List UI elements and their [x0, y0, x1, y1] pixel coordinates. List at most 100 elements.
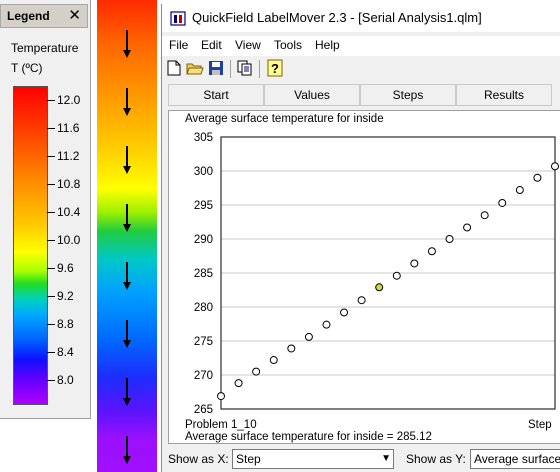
chart-point[interactable]	[287, 344, 296, 353]
chart-point[interactable]	[252, 367, 261, 376]
chart-y-tick-label: 285	[194, 268, 213, 280]
title-bar: QuickField LabelMover 2.3 - [Serial Anal…	[162, 4, 560, 32]
copy-icon[interactable]	[236, 59, 254, 77]
legend-color-bar	[13, 86, 48, 405]
chart-panel: Average surface temperature for inside 3…	[168, 110, 560, 444]
legend-tick-label: 10.0	[57, 233, 81, 247]
show-x-label: Show as X:	[168, 452, 229, 466]
chart-point[interactable]	[217, 392, 225, 401]
legend-tick-mark	[47, 212, 55, 213]
chart-point[interactable]	[427, 247, 436, 256]
tab-start[interactable]: Start	[168, 84, 264, 106]
legend-tick-label: 8.0	[57, 373, 74, 387]
menu-tools[interactable]: Tools	[274, 38, 302, 52]
field-arrow	[123, 378, 131, 406]
show-y-label: Show as Y:	[406, 452, 466, 466]
toolbar-separator	[259, 60, 260, 78]
chart-point[interactable]	[410, 259, 419, 268]
save-icon[interactable]	[207, 59, 225, 77]
toolbar-separator	[230, 60, 231, 78]
chart-point[interactable]	[304, 332, 313, 341]
legend-tick-label: 12.0	[57, 93, 81, 107]
chart-point[interactable]	[463, 223, 472, 232]
tab-results[interactable]: Results	[456, 84, 552, 106]
legend-tick-label: 10.4	[57, 205, 81, 219]
chart-y-tick-label: 305	[194, 132, 213, 144]
chart-svg: 305 300 295 290 285 280 275 270 265	[194, 132, 559, 416]
chart-point[interactable]	[322, 320, 331, 329]
legend-tick-mark	[47, 352, 55, 353]
legend-tick-label: 9.6	[57, 261, 74, 275]
chart-point[interactable]	[498, 198, 507, 207]
chart-y-tick-label: 265	[194, 404, 213, 416]
legend-tick-mark	[47, 268, 55, 269]
field-arrow	[123, 30, 131, 58]
legend-tick-label: 10.8	[57, 177, 81, 191]
chart-point[interactable]	[234, 379, 243, 388]
legend-tick-label: 8.8	[57, 317, 74, 331]
menu-file[interactable]: File	[169, 38, 188, 52]
chart-point[interactable]	[551, 162, 559, 171]
main-window: QuickField LabelMover 2.3 - [Serial Anal…	[161, 4, 560, 472]
field-arrow	[123, 262, 131, 290]
chevron-down-icon: ▼	[381, 453, 391, 464]
legend-tick-label: 8.4	[57, 345, 74, 359]
help-icon[interactable]: ?	[266, 59, 284, 77]
chart-point[interactable]	[357, 296, 366, 305]
legend-tick-mark	[47, 128, 55, 129]
menu-edit[interactable]: Edit	[201, 38, 222, 52]
tab-bar: Start Values Steps Results	[168, 84, 560, 108]
legend-unit: T (ºC)	[11, 61, 43, 75]
chart-point[interactable]	[445, 235, 454, 243]
app-icon	[170, 11, 186, 26]
chart-point[interactable]	[515, 186, 524, 195]
menu-bar: File Edit View Tools Help	[162, 36, 560, 56]
legend-tick-mark	[47, 380, 55, 381]
chart-x-label-right: Step	[528, 419, 552, 431]
chart-point-selected[interactable]	[375, 283, 384, 292]
legend-tick-mark	[47, 240, 55, 241]
chart-y-tick-label: 290	[194, 234, 213, 246]
tab-steps[interactable]: Steps	[360, 84, 456, 106]
show-y-select[interactable]: Average surface te	[470, 449, 560, 469]
legend-quantity: Temperature	[11, 41, 79, 55]
show-x-select[interactable]: Step ▼	[232, 449, 394, 469]
chart-point[interactable]	[269, 356, 278, 365]
close-icon[interactable]: ✕	[68, 6, 81, 24]
legend-title-bar: Legend ✕	[0, 4, 88, 28]
chart-point[interactable]	[340, 308, 349, 317]
menu-view[interactable]: View	[235, 38, 261, 52]
legend-panel: Legend ✕ Temperature T (ºC) 12.0 11.6 11.2…	[0, 0, 91, 419]
show-y-value: Average surface te	[474, 452, 560, 466]
chart-y-tick-label: 280	[194, 302, 213, 314]
field-arrow	[123, 146, 131, 174]
field-arrow	[123, 88, 131, 116]
new-file-icon[interactable]	[165, 59, 183, 77]
chart-point[interactable]	[533, 173, 542, 182]
legend-tick-label: 11.6	[57, 121, 80, 135]
legend-tick-label: 11.2	[57, 149, 80, 163]
legend-title: Legend	[7, 9, 50, 23]
legend-tick-mark	[47, 296, 55, 297]
open-folder-icon[interactable]	[186, 59, 204, 77]
chart-y-tick-label: 270	[194, 370, 213, 382]
field-arrow	[123, 436, 131, 464]
field-view[interactable]	[97, 0, 157, 472]
field-arrow	[123, 204, 131, 232]
chart-readout: Average surface temperature for inside =…	[185, 431, 432, 443]
chart-point[interactable]	[392, 271, 401, 280]
legend-tick-label: 9.2	[57, 289, 74, 303]
svg-text:?: ?	[271, 61, 279, 76]
tab-values[interactable]: Values	[264, 84, 360, 106]
chart-point[interactable]	[480, 211, 489, 220]
show-x-value: Step	[236, 452, 261, 466]
chart-y-tick-label: 295	[194, 200, 213, 212]
menu-help[interactable]: Help	[315, 38, 340, 52]
field-arrow	[123, 320, 131, 348]
legend-tick-mark	[47, 156, 55, 157]
legend-tick-mark	[47, 324, 55, 325]
chart-x-label-left: Problem 1_10	[185, 419, 257, 431]
window-title: QuickField LabelMover 2.3 - [Serial Anal…	[192, 10, 482, 25]
legend-tick-mark	[47, 100, 55, 101]
chart-y-tick-label: 300	[194, 166, 213, 178]
